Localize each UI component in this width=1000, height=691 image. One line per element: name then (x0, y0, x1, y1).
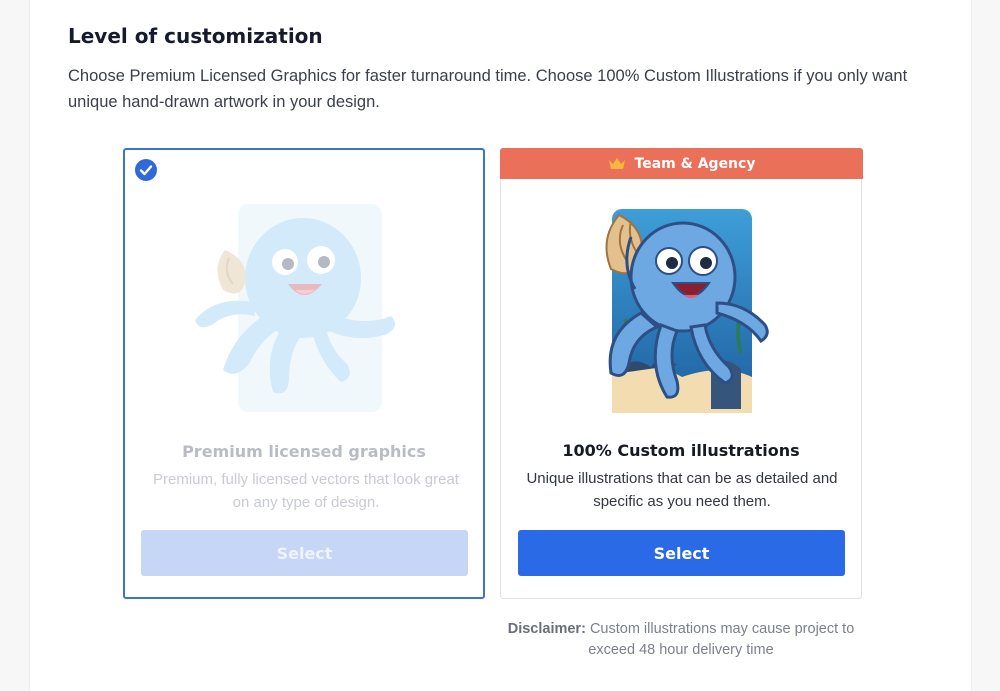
option-description: Premium, fully licensed vectors that loo… (153, 471, 459, 511)
octopus-graphic-image (125, 198, 483, 418)
disclaimer-note: Disclaimer: Custom illustrations may cau… (500, 619, 862, 661)
check-circle-icon (135, 159, 157, 181)
option-title: Premium licensed graphics (182, 442, 426, 461)
team-agency-badge: Team & Agency (500, 148, 863, 179)
option-card-premium[interactable]: Premium licensed graphics Premium, fully… (123, 148, 485, 599)
option-title: 100% Custom illustrations (562, 441, 800, 460)
option-description: Unique illustrations that can be as deta… (526, 470, 838, 510)
disclaimer-text: Custom illustrations may cause project t… (588, 621, 855, 658)
crown-icon (608, 157, 626, 171)
select-custom-button[interactable]: Select (518, 530, 845, 576)
octopus-illustration-image (501, 205, 861, 415)
badge-label: Team & Agency (634, 155, 756, 172)
disclaimer-label: Disclaimer: (507, 621, 586, 637)
section-description: Choose Premium Licensed Graphics for fas… (68, 67, 908, 111)
section-title: Level of customization (68, 24, 323, 48)
select-premium-button[interactable]: Select (141, 530, 468, 576)
option-card-custom[interactable]: Team & Agency 100% Custom illustrations … (500, 148, 863, 599)
